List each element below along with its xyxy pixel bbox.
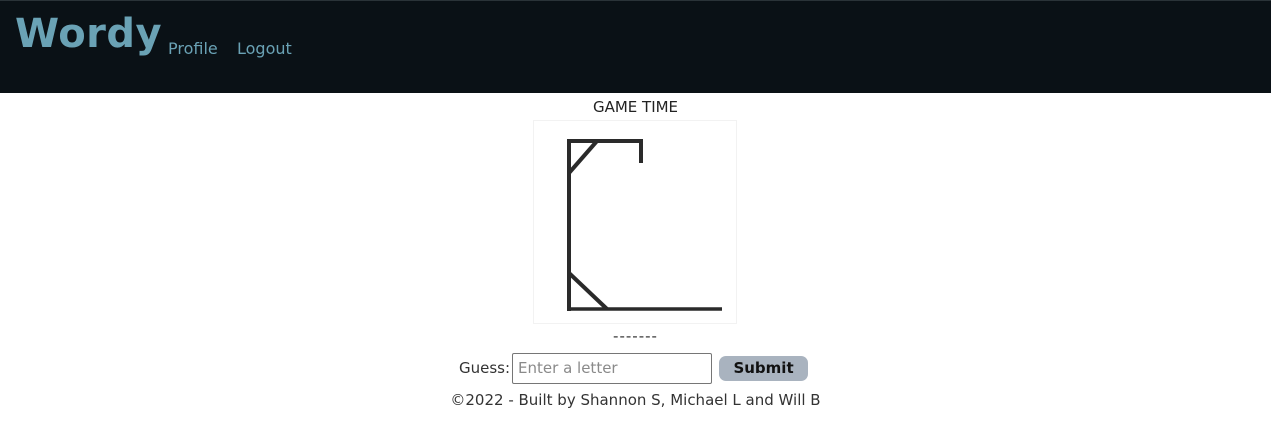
nav-link-profile[interactable]: Profile [168,39,218,58]
game-area: GAME TIME ------- Guess: Submit ©2022 - … [0,93,1271,437]
submit-button[interactable]: Submit [719,355,809,381]
word-display: ------- [613,327,658,345]
game-title: GAME TIME [592,98,679,116]
guess-form: Guess: Submit [459,352,809,384]
nav-link-logout[interactable]: Logout [237,39,292,58]
brand-logo[interactable]: Wordy [15,11,162,57]
guess-label: Guess: [459,359,511,377]
footer-text: ©2022 - Built by Shannon S, Michael L an… [450,391,821,409]
navbar: Wordy Profile Logout [0,0,1271,93]
guess-input[interactable] [512,352,713,384]
hangman-image [533,120,737,324]
gallows-drawing [567,139,722,311]
